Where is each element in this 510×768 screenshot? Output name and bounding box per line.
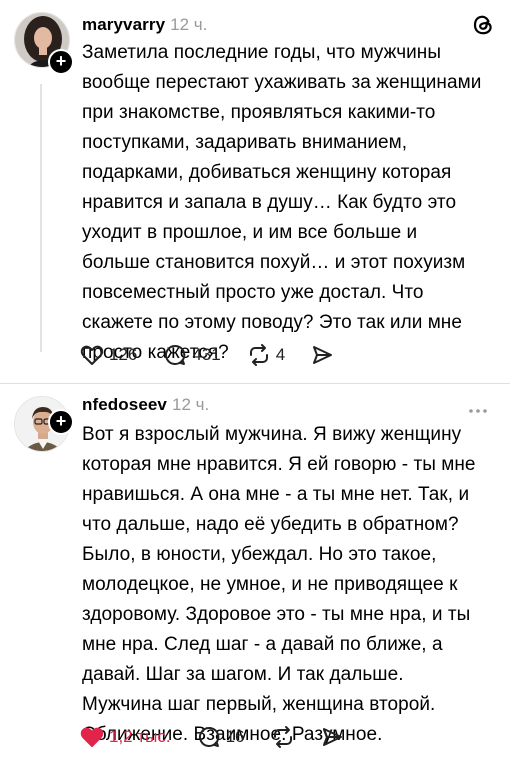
username[interactable]: nfedoseev bbox=[82, 395, 167, 414]
share-icon bbox=[322, 728, 342, 746]
like-count: 1,2 тыс. bbox=[109, 727, 171, 746]
post-2: + nfedoseev 12 ч. Вот я взрослый мужчина.… bbox=[0, 384, 510, 768]
comment-count: 16 bbox=[225, 727, 245, 746]
comment-icon bbox=[165, 344, 186, 365]
heart-icon bbox=[80, 727, 104, 747]
timestamp: 12 ч. bbox=[170, 15, 208, 34]
heart-icon bbox=[80, 345, 104, 365]
repost-icon bbox=[273, 726, 292, 748]
post-text: Заметила последние годы, что мужчины воо… bbox=[82, 42, 482, 363]
action-bar: 1,2 тыс. 16 bbox=[80, 724, 369, 750]
post-header: nfedoseev 12 ч. bbox=[82, 395, 209, 415]
post-header: maryvarry 12 ч. bbox=[82, 15, 207, 35]
repost-button[interactable]: 4 bbox=[247, 343, 285, 367]
share-icon bbox=[313, 346, 333, 364]
post-text: Вот я взрослый мужчина. Я вижу женщину к… bbox=[82, 424, 476, 745]
follow-button[interactable]: + bbox=[48, 49, 74, 75]
share-button[interactable] bbox=[311, 344, 333, 366]
more-options-icon[interactable] bbox=[468, 401, 488, 419]
repost-button[interactable] bbox=[271, 725, 295, 749]
comment-button[interactable]: 431 bbox=[163, 343, 221, 367]
comment-button[interactable]: 16 bbox=[197, 725, 245, 749]
like-button[interactable]: 1,2 тыс. bbox=[80, 726, 171, 748]
follow-button[interactable]: + bbox=[48, 409, 74, 435]
comment-count: 431 bbox=[192, 345, 221, 364]
like-count: 126 bbox=[109, 345, 138, 364]
repost-count: 4 bbox=[275, 345, 286, 364]
comment-icon bbox=[198, 726, 219, 747]
post-1: + maryvarry 12 ч. Заметила последние годы… bbox=[0, 0, 510, 383]
repost-icon bbox=[249, 344, 268, 366]
threads-logo-icon[interactable] bbox=[472, 14, 494, 41]
share-button[interactable] bbox=[321, 726, 343, 748]
username[interactable]: maryvarry bbox=[82, 15, 165, 34]
action-bar: 126 431 4 bbox=[80, 342, 359, 368]
like-button[interactable]: 126 bbox=[80, 344, 137, 366]
timestamp: 12 ч. bbox=[172, 395, 210, 414]
thread-line bbox=[40, 84, 42, 352]
